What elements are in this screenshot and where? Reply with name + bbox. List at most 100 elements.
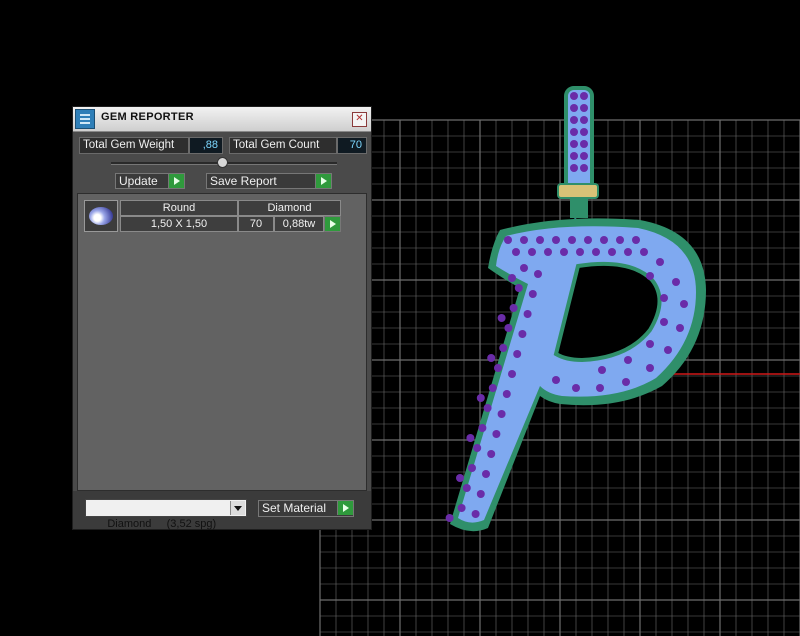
update-go-icon[interactable] xyxy=(168,174,184,188)
gem-stone xyxy=(471,510,480,518)
gem-stone xyxy=(552,376,560,384)
gem-stone xyxy=(568,236,576,244)
gem-stone xyxy=(523,310,532,318)
gem-stone xyxy=(513,350,522,358)
gem-stone xyxy=(492,430,501,438)
gem-stone xyxy=(468,464,476,472)
gem-stone xyxy=(473,444,482,452)
update-label: Update xyxy=(119,174,158,188)
material-select[interactable]: Diamond (3,52 spg) xyxy=(85,499,247,530)
gem-stone xyxy=(660,318,668,326)
gem-stone xyxy=(646,272,654,280)
close-icon[interactable]: ✕ xyxy=(352,112,367,127)
gem-stone xyxy=(570,116,578,124)
gem-stone xyxy=(672,278,680,286)
bail-neck xyxy=(570,198,588,218)
gem-stone xyxy=(514,284,523,292)
gem-stone xyxy=(570,104,578,112)
save-report-go-icon[interactable] xyxy=(315,174,331,188)
gem-stone xyxy=(570,128,578,136)
gem-stone xyxy=(504,324,513,332)
gem-stone xyxy=(508,370,516,378)
gem-stone xyxy=(656,258,664,266)
gem-stone xyxy=(570,164,578,172)
gem-stone xyxy=(462,484,471,492)
total-gem-count-label: Total Gem Count xyxy=(229,137,337,154)
gem-stone xyxy=(482,470,490,478)
gem-stone xyxy=(600,236,608,244)
gem-stone xyxy=(518,330,527,338)
gem-stone xyxy=(664,346,672,354)
gem-stone xyxy=(580,164,588,172)
gem-reporter-icon xyxy=(75,109,95,129)
gem-stone xyxy=(476,490,485,498)
update-button[interactable]: Update xyxy=(115,173,185,189)
save-report-label: Save Report xyxy=(210,174,277,188)
gem-row-go-icon[interactable] xyxy=(324,217,340,231)
gem-stone xyxy=(456,474,464,482)
gem-stone xyxy=(680,300,688,308)
gem-stone xyxy=(570,92,578,100)
gem-stone xyxy=(508,274,516,282)
set-material-go-icon[interactable] xyxy=(337,501,353,515)
gem-stone xyxy=(676,324,684,332)
gem-stone xyxy=(504,236,512,244)
gem-row-go-button[interactable] xyxy=(324,216,341,232)
set-material-button[interactable]: Set Material xyxy=(258,500,354,517)
gem-stone xyxy=(580,104,588,112)
gem-stone xyxy=(632,236,640,244)
gem-stone xyxy=(509,304,518,312)
material-select-value: Diamond (3,52 spg) xyxy=(107,518,217,530)
gem-weight-cell: 0,88tw xyxy=(274,216,324,232)
total-gem-count-value: 70 xyxy=(337,137,367,154)
gem-stone xyxy=(478,424,487,432)
gem-stone xyxy=(520,264,528,272)
gem-stone xyxy=(580,116,588,124)
gem-stone xyxy=(483,404,492,412)
gem-count-cell: 70 xyxy=(238,216,274,232)
gem-stone xyxy=(580,128,588,136)
bail-clasp xyxy=(557,183,599,199)
gem-stone xyxy=(488,384,497,392)
gem-stone xyxy=(512,248,520,256)
gem-stone xyxy=(487,450,496,458)
panel-title: GEM REPORTER xyxy=(101,111,194,123)
gem-stone xyxy=(646,364,654,372)
gem-size-cell: 1,50 X 1,50 xyxy=(120,216,238,232)
gem-stone xyxy=(534,270,542,278)
gem-stone xyxy=(497,410,506,418)
gem-stone xyxy=(499,344,508,352)
gem-shape-header: Round xyxy=(120,200,238,216)
bail-loop xyxy=(564,86,594,200)
gem-stone xyxy=(445,514,454,522)
splitter-handle[interactable] xyxy=(217,157,228,168)
gem-stone xyxy=(570,152,578,160)
gem-stone xyxy=(660,294,668,302)
gem-reporter-panel: GEM REPORTER ✕ Total Gem Weight ,88 Tota… xyxy=(72,106,372,530)
chevron-down-icon[interactable] xyxy=(230,501,245,515)
gem-stone xyxy=(622,378,630,386)
gem-stone xyxy=(580,140,588,148)
set-material-label: Set Material xyxy=(262,501,327,515)
gem-stone xyxy=(576,248,584,256)
gem-stone xyxy=(584,236,592,244)
gem-stone xyxy=(520,236,528,244)
gem-stone xyxy=(552,236,560,244)
gem-stone xyxy=(528,248,536,256)
gem-stone xyxy=(494,364,502,372)
total-gem-weight-value: ,88 xyxy=(189,137,223,154)
round-gem-icon xyxy=(84,200,118,232)
gem-stone xyxy=(624,356,632,364)
gem-stone xyxy=(616,236,624,244)
title-bar[interactable]: GEM REPORTER ✕ xyxy=(73,107,371,132)
gem-stone xyxy=(544,248,552,256)
gem-stone xyxy=(624,248,632,256)
gem-list[interactable]: Round Diamond 1,50 X 1,50 70 0,88tw xyxy=(77,193,367,491)
gem-stone xyxy=(592,248,600,256)
gem-stone xyxy=(570,140,578,148)
total-gem-weight-label: Total Gem Weight xyxy=(79,137,189,154)
gem-material-header: Diamond xyxy=(238,200,341,216)
gem-stone xyxy=(528,290,537,298)
save-report-button[interactable]: Save Report xyxy=(206,173,332,189)
gem-stone xyxy=(487,354,496,362)
